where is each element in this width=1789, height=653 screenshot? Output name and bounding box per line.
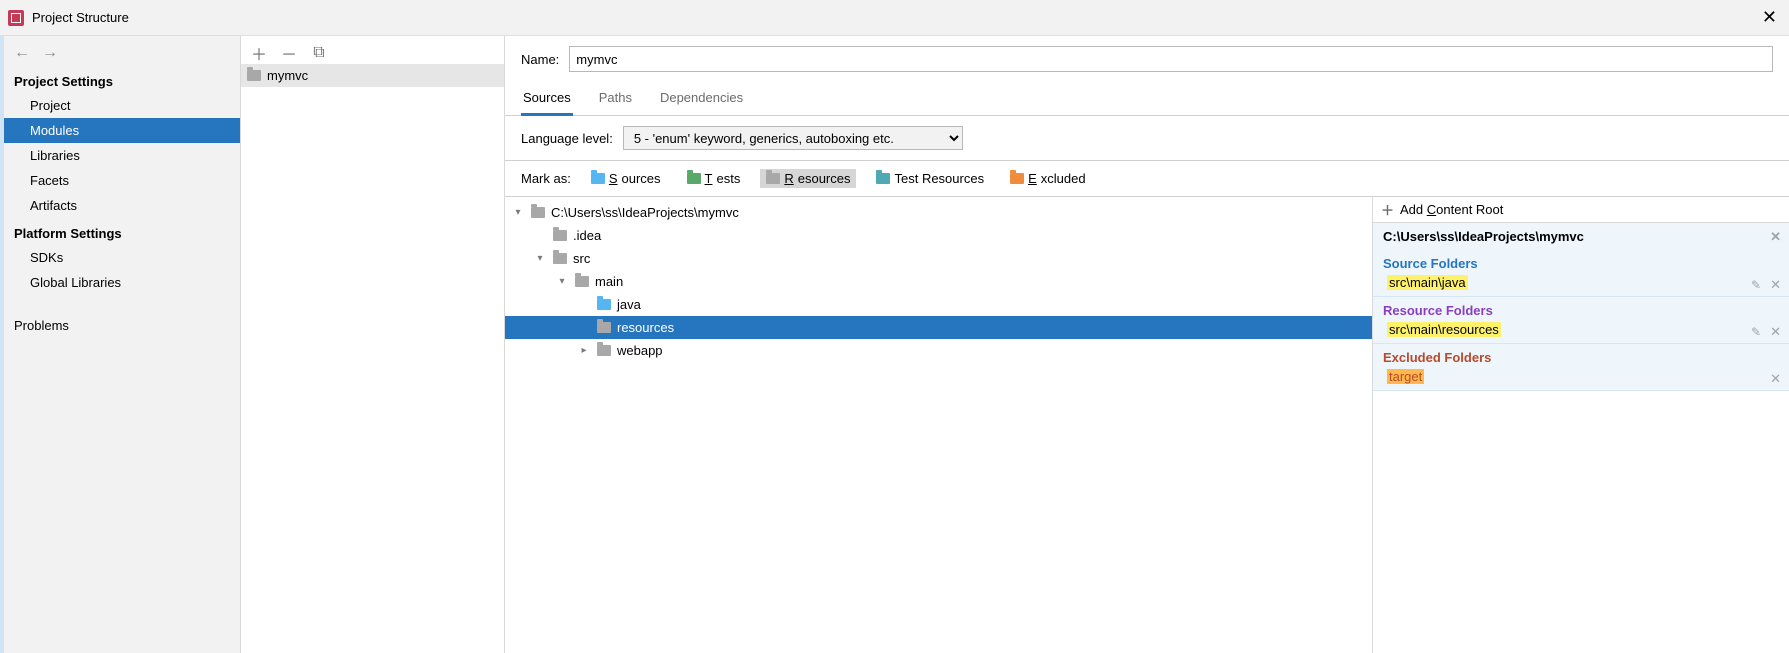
remove-icon[interactable]: ✕ xyxy=(1770,277,1781,293)
module-folder-icon xyxy=(247,70,261,81)
tree-node-java[interactable]: java xyxy=(505,293,1372,316)
tab-dependencies[interactable]: Dependencies xyxy=(658,82,745,115)
tab-sources[interactable]: Sources xyxy=(521,82,573,116)
tab-paths[interactable]: Paths xyxy=(597,82,634,115)
sidebar: ← → Project Settings Project Modules Lib… xyxy=(0,36,241,653)
excluded-folders-header: Excluded Folders xyxy=(1373,344,1789,367)
chevron-down-icon[interactable]: ▾ xyxy=(511,207,525,218)
section-platform-settings: Platform Settings xyxy=(0,218,240,245)
source-folders-header: Source Folders xyxy=(1373,250,1789,273)
sidebar-item-facets[interactable]: Facets xyxy=(0,168,240,193)
remove-icon[interactable]: ✕ xyxy=(1770,324,1781,340)
sidebar-item-libraries[interactable]: Libraries xyxy=(0,143,240,168)
mark-tests-button[interactable]: Tests xyxy=(681,169,747,188)
excluded-folder-icon xyxy=(1010,173,1024,184)
tree-node-src[interactable]: ▾ src xyxy=(505,247,1372,270)
back-icon[interactable]: ← xyxy=(14,44,30,62)
window-accent xyxy=(0,36,4,653)
nav-buttons: ← → xyxy=(0,36,240,66)
section-project-settings: Project Settings xyxy=(0,66,240,93)
sidebar-item-global-libraries[interactable]: Global Libraries xyxy=(0,270,240,295)
add-module-icon[interactable]: ＋ xyxy=(251,45,267,61)
source-folder-item[interactable]: src\main\java ✎ ✕ xyxy=(1373,273,1789,297)
folder-icon xyxy=(597,345,611,356)
empty-area xyxy=(1373,391,1789,653)
module-tabs: Sources Paths Dependencies xyxy=(505,82,1789,116)
tree-node-idea[interactable]: .idea xyxy=(505,224,1372,247)
tree-node-webapp[interactable]: ▸ webapp xyxy=(505,339,1372,362)
mark-as-label: Mark as: xyxy=(521,171,571,186)
chevron-down-icon[interactable]: ▾ xyxy=(555,276,569,287)
remove-root-icon[interactable]: ✕ xyxy=(1770,229,1781,245)
resource-folder-item[interactable]: src\main\resources ✎ ✕ xyxy=(1373,320,1789,344)
folder-icon xyxy=(597,299,611,310)
module-editor: Name: Sources Paths Dependencies Languag… xyxy=(505,36,1789,653)
remove-icon[interactable]: ✕ xyxy=(1770,371,1781,387)
close-icon[interactable]: ✕ xyxy=(1762,8,1777,26)
module-toolbar: ＋ － ⧉ xyxy=(241,36,504,64)
folder-icon xyxy=(553,230,567,241)
mark-resources-button[interactable]: Resources xyxy=(760,169,856,188)
resource-folders-header: Resource Folders xyxy=(1373,297,1789,320)
chevron-down-icon[interactable]: ▾ xyxy=(533,253,547,264)
mark-as-row: Mark as: Sources Tests Resources Test Re… xyxy=(505,161,1789,197)
resources-folder-icon xyxy=(766,173,780,184)
window-title: Project Structure xyxy=(32,10,129,25)
module-list-column: ＋ － ⧉ mymvc xyxy=(241,36,505,653)
mark-test-resources-button[interactable]: Test Resources xyxy=(870,169,990,188)
sidebar-item-project[interactable]: Project xyxy=(0,93,240,118)
content-roots-panel: ＋ Add Content Root C:\Users\ss\IdeaProje… xyxy=(1373,197,1789,653)
chevron-right-icon[interactable]: ▸ xyxy=(577,345,591,356)
sidebar-item-sdks[interactable]: SDKs xyxy=(0,245,240,270)
tree-root[interactable]: ▾ C:\Users\ss\IdeaProjects\mymvc xyxy=(505,201,1372,224)
mark-excluded-button[interactable]: Excluded xyxy=(1004,169,1091,188)
edit-icon[interactable]: ✎ xyxy=(1751,325,1761,339)
name-label: Name: xyxy=(521,52,559,67)
sources-folder-icon xyxy=(591,173,605,184)
sidebar-item-artifacts[interactable]: Artifacts xyxy=(0,193,240,218)
folder-icon xyxy=(597,322,611,333)
plus-icon: ＋ xyxy=(1381,200,1394,219)
sidebar-item-problems[interactable]: Problems xyxy=(0,313,240,338)
module-row[interactable]: mymvc xyxy=(241,64,504,87)
edit-icon[interactable]: ✎ xyxy=(1751,278,1761,292)
sidebar-item-modules[interactable]: Modules xyxy=(0,118,240,143)
mark-sources-button[interactable]: Sources xyxy=(585,169,667,188)
name-input[interactable] xyxy=(569,46,1773,72)
copy-module-icon[interactable]: ⧉ xyxy=(311,45,327,61)
language-level-label: Language level: xyxy=(521,131,613,146)
remove-module-icon[interactable]: － xyxy=(281,45,297,61)
folder-icon xyxy=(553,253,567,264)
forward-icon[interactable]: → xyxy=(42,44,58,62)
app-icon xyxy=(8,10,24,26)
tests-folder-icon xyxy=(687,173,701,184)
test-resources-folder-icon xyxy=(876,173,890,184)
titlebar: Project Structure ✕ xyxy=(0,0,1789,36)
module-name: mymvc xyxy=(267,68,308,83)
language-level-select[interactable]: 5 - 'enum' keyword, generics, autoboxing… xyxy=(623,126,963,150)
folder-icon xyxy=(575,276,589,287)
tree-node-main[interactable]: ▾ main xyxy=(505,270,1372,293)
folder-icon xyxy=(531,207,545,218)
add-content-root-button[interactable]: ＋ Add Content Root xyxy=(1373,197,1789,223)
source-tree: ▾ C:\Users\ss\IdeaProjects\mymvc .idea ▾… xyxy=(505,197,1373,653)
excluded-folder-item[interactable]: target ✕ xyxy=(1373,367,1789,391)
content-root-path[interactable]: C:\Users\ss\IdeaProjects\mymvc ✕ xyxy=(1373,223,1789,250)
tree-node-resources[interactable]: resources xyxy=(505,316,1372,339)
